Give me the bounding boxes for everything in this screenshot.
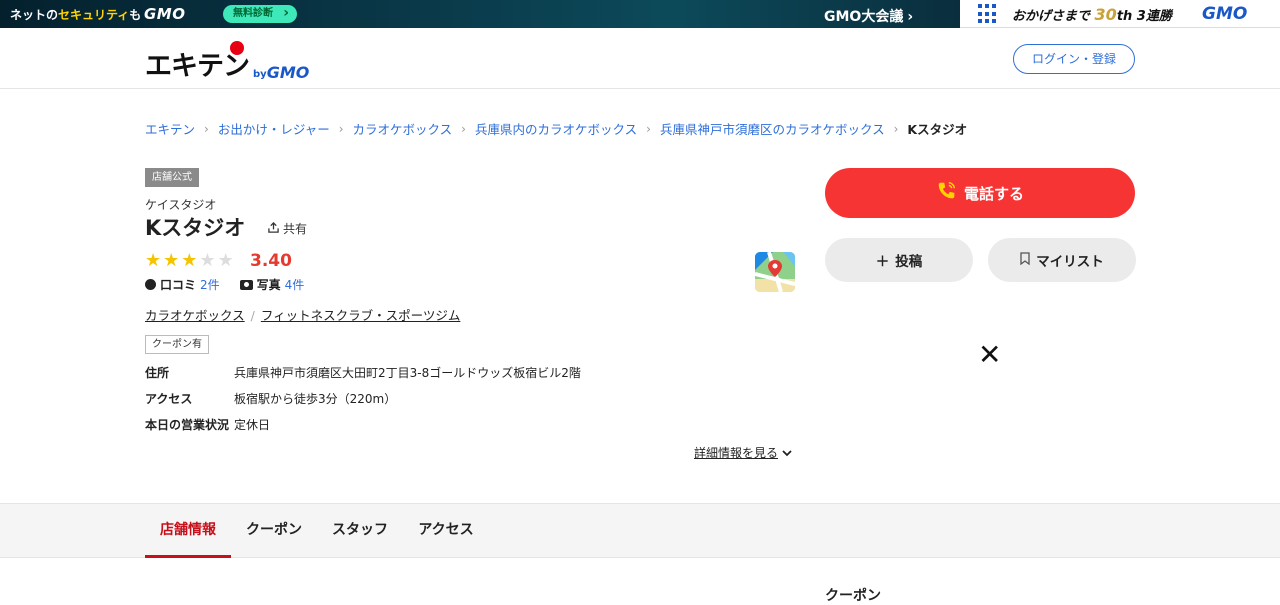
review-count-link[interactable]: 2件 bbox=[200, 276, 220, 293]
info-address-row: 住所 兵庫県神戸市須磨区大田町2丁目3-8ゴールドウッズ板宿ビル2階 bbox=[145, 364, 581, 381]
tab-store-info[interactable]: 店舗情報 bbox=[145, 504, 231, 558]
mylist-button[interactable]: マイリスト bbox=[988, 238, 1136, 282]
gmo-logo: GMO bbox=[1202, 4, 1248, 24]
view-details-label: 詳細情報を見る bbox=[694, 446, 779, 460]
info-value: 板宿駅から徒歩3分（220m） bbox=[234, 392, 397, 406]
info-value: 兵庫県神戸市須磨区大田町2丁目3-8ゴールドウッズ板宿ビル2階 bbox=[234, 366, 581, 380]
ekiten-logo[interactable]: エキテン by GMO bbox=[145, 41, 310, 83]
bookmark-icon bbox=[1020, 251, 1030, 269]
coupon-section-heading: クーポン bbox=[825, 588, 881, 604]
close-icon[interactable]: ✕ bbox=[978, 341, 1001, 369]
coupon-available-tag: クーポン有 bbox=[145, 335, 209, 354]
store-name-kana: ケイスタジオ bbox=[145, 198, 217, 212]
grid-menu-icon[interactable] bbox=[978, 4, 998, 24]
chevron-down-icon bbox=[782, 446, 792, 460]
star-empty-icon: ★ bbox=[217, 250, 234, 271]
breadcrumb-separator-icon: › bbox=[204, 121, 209, 136]
mylist-label: マイリスト bbox=[1036, 254, 1104, 270]
photo-count-link[interactable]: 4件 bbox=[285, 276, 305, 293]
store-tabs: 店舗情報 クーポン スタッフ アクセス bbox=[0, 503, 1280, 558]
tab-staff[interactable]: スタッフ bbox=[317, 504, 403, 558]
site-header: エキテン by GMO ログイン・登録 bbox=[0, 28, 1280, 89]
view-details-link[interactable]: 詳細情報を見る bbox=[694, 444, 792, 461]
star-filled-icon: ★ bbox=[181, 250, 198, 271]
security-banner[interactable]: ネットのセキュリティも GMO 無料診断 GMO大会議› bbox=[0, 0, 960, 28]
photo-label: 写真 bbox=[256, 278, 281, 292]
info-value: 定休日 bbox=[234, 418, 271, 432]
camera-icon bbox=[239, 279, 253, 290]
tab-coupon[interactable]: クーポン bbox=[231, 504, 317, 558]
category-links: カラオケボックス / フィットネスクラブ・スポーツジム bbox=[145, 305, 460, 324]
review-label: 口コミ bbox=[160, 278, 197, 292]
rating-score: 3.40 bbox=[250, 251, 292, 271]
breadcrumb-separator-icon: › bbox=[461, 121, 466, 136]
info-key: 本日の営業状況 bbox=[145, 418, 230, 432]
logo-dot-icon bbox=[230, 41, 244, 55]
info-key: 住所 bbox=[145, 366, 170, 380]
free-diagnosis-button[interactable]: 無料診断 bbox=[223, 4, 297, 23]
breadcrumb-item-suma[interactable]: 兵庫県神戸市須磨区のカラオケボックス bbox=[660, 119, 885, 138]
map-app-icon[interactable] bbox=[755, 252, 795, 292]
share-icon bbox=[268, 221, 279, 236]
plus-icon: ＋ bbox=[875, 254, 890, 270]
logo-gmo: GMO bbox=[266, 63, 310, 82]
security-banner-text: ネットのセキュリティも bbox=[10, 8, 142, 22]
breadcrumb-separator-icon: › bbox=[893, 121, 899, 136]
post-label: 投稿 bbox=[895, 254, 923, 270]
gmo-banner-logo: GMO bbox=[144, 5, 186, 23]
star-filled-icon: ★ bbox=[163, 250, 180, 271]
share-label: 共有 bbox=[283, 222, 308, 236]
logo-by: by bbox=[253, 69, 267, 80]
tab-access[interactable]: アクセス bbox=[403, 504, 489, 558]
login-register-button[interactable]: ログイン・登録 bbox=[1013, 44, 1135, 74]
call-button[interactable]: 電話する bbox=[825, 168, 1135, 218]
category-karaoke[interactable]: カラオケボックス bbox=[145, 308, 245, 323]
breadcrumb: エキテン › お出かけ・レジャー › カラオケボックス › 兵庫県内のカラオケボ… bbox=[145, 119, 967, 138]
info-access-row: アクセス 板宿駅から徒歩3分（220m） bbox=[145, 390, 396, 407]
category-fitness[interactable]: フィットネスクラブ・スポーツジム bbox=[261, 308, 461, 323]
promo-banner: ネットのセキュリティも GMO 無料診断 GMO大会議› おかげさまで 30th… bbox=[0, 0, 1280, 28]
review-photo-counts: 口コミ 2件 写真 4件 bbox=[145, 276, 304, 293]
breadcrumb-item-karaoke[interactable]: カラオケボックス bbox=[353, 119, 453, 138]
share-button[interactable]: 共有 bbox=[268, 220, 307, 237]
okagesama-text: おかげさまで 30th 3連勝 bbox=[1012, 5, 1172, 24]
gmo-conference-link[interactable]: GMO大会議 › bbox=[820, 6, 913, 26]
post-button[interactable]: ＋ 投稿 bbox=[825, 238, 973, 282]
star-filled-icon: ★ bbox=[145, 250, 162, 271]
info-key: アクセス bbox=[145, 392, 193, 406]
official-badge: 店舗公式 bbox=[145, 168, 199, 187]
review-bubble-icon bbox=[145, 279, 156, 290]
store-name: Kスタジオ bbox=[145, 216, 246, 240]
star-empty-icon: ★ bbox=[199, 250, 216, 271]
breadcrumb-item-leisure[interactable]: お出かけ・レジャー bbox=[218, 119, 330, 138]
category-separator: / bbox=[250, 308, 255, 323]
gmo-group-banner[interactable]: おかげさまで 30th 3連勝 GMO bbox=[960, 0, 1280, 28]
breadcrumb-current: Kスタジオ bbox=[907, 122, 968, 137]
rating-stars: ★ ★ ★ ★ ★ bbox=[145, 252, 234, 270]
call-label: 電話する bbox=[963, 184, 1024, 203]
breadcrumb-separator-icon: › bbox=[646, 121, 651, 136]
breadcrumb-item-hyogo[interactable]: 兵庫県内のカラオケボックス bbox=[475, 119, 637, 138]
breadcrumb-item-home[interactable]: エキテン bbox=[145, 119, 195, 138]
phone-icon bbox=[936, 180, 958, 206]
breadcrumb-separator-icon: › bbox=[338, 121, 344, 136]
info-status-row: 本日の営業状況 定休日 bbox=[145, 416, 270, 433]
